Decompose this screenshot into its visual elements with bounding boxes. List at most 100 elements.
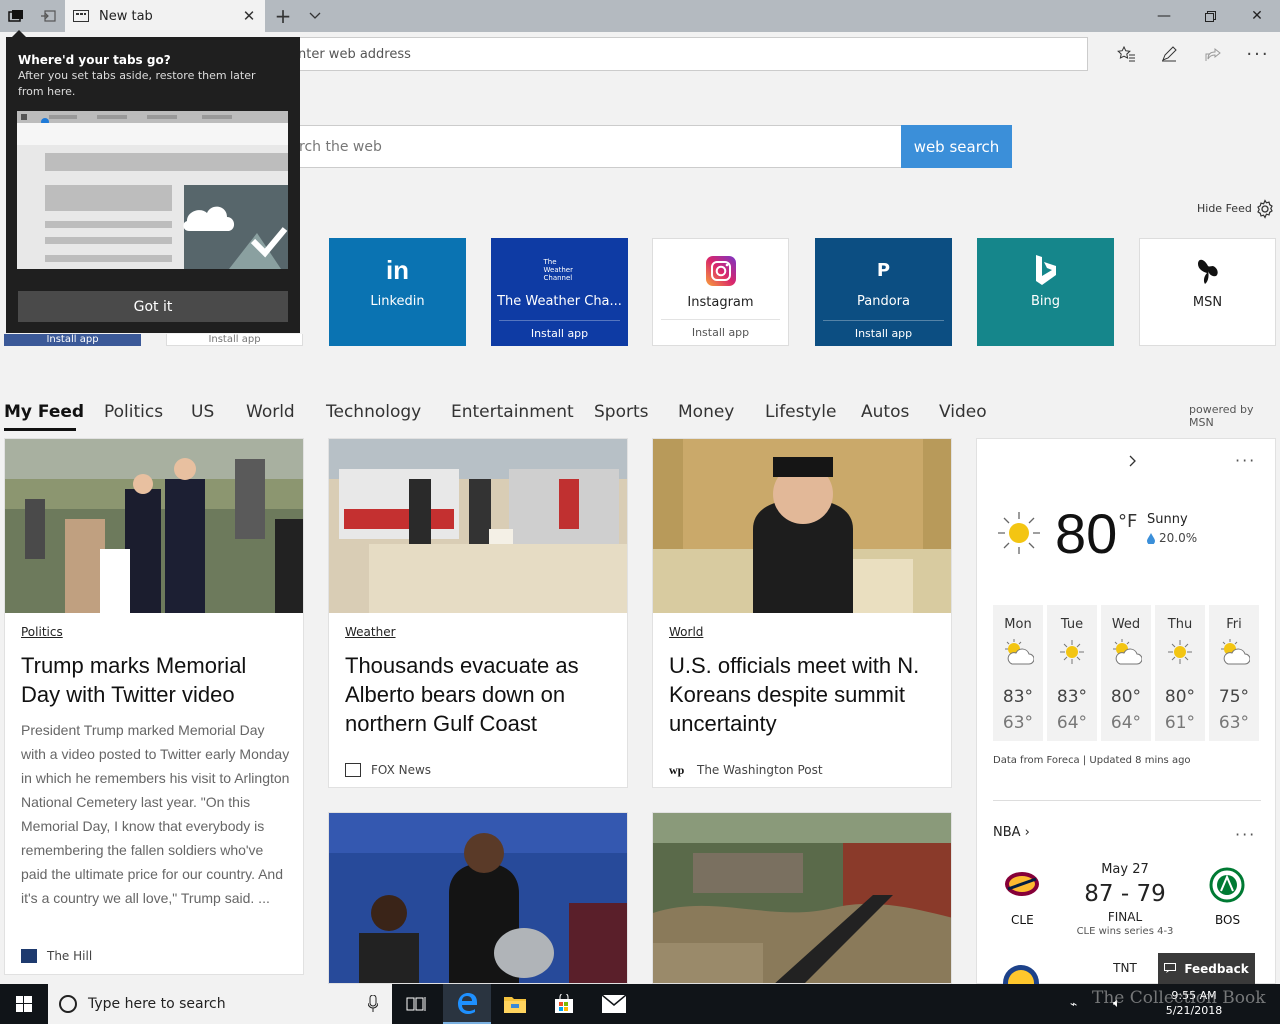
title-bar: New tab ✕ + — ✕ xyxy=(0,0,1280,32)
article-image[interactable] xyxy=(329,439,627,613)
forecast-day[interactable]: Fri 75° 63° xyxy=(1209,605,1259,741)
nav-world[interactable]: World xyxy=(246,402,295,422)
edge-icon[interactable] xyxy=(443,984,491,1024)
tile-linkedin[interactable]: in Linkedin xyxy=(329,238,466,346)
article-card-3[interactable]: World U.S. officials meet with N. Korean… xyxy=(652,438,952,788)
tab-new-tab[interactable]: New tab ✕ xyxy=(65,0,265,32)
tile-name: The Weather Cha... xyxy=(497,294,622,309)
article-source[interactable]: FOX News xyxy=(345,763,431,777)
favorites-star-icon[interactable] xyxy=(1106,38,1146,70)
install-app-button[interactable]: Install app xyxy=(823,320,944,346)
hidden-tile-2-install: Install app xyxy=(208,334,261,345)
close-window-icon[interactable]: ✕ xyxy=(1234,0,1280,32)
forecast-day[interactable]: Thu 80° 61° xyxy=(1155,605,1205,741)
temperature-unit[interactable]: °F xyxy=(1118,511,1137,532)
away-team: BOS xyxy=(1215,913,1241,927)
nav-politics[interactable]: Politics xyxy=(104,402,163,422)
article-card-2[interactable]: Weather Thousands evacuate as Alberto be… xyxy=(328,438,628,788)
web-search-button[interactable]: web search xyxy=(901,125,1012,168)
task-view-icon[interactable] xyxy=(392,984,440,1024)
gear-icon[interactable] xyxy=(1255,199,1275,223)
tile-msn[interactable]: MSN xyxy=(1139,238,1276,346)
article-headline[interactable]: Trump marks Memorial Day with Twitter vi… xyxy=(21,651,289,709)
article-card-5[interactable] xyxy=(652,812,952,984)
chevron-right-icon[interactable] xyxy=(1129,452,1137,471)
set-tabs-aside-icon[interactable] xyxy=(32,0,64,32)
article-card-4[interactable] xyxy=(328,812,628,984)
windows-start-icon[interactable] xyxy=(0,984,48,1024)
weather-footer[interactable]: Data from Foreca | Updated 8 mins ago xyxy=(993,755,1191,766)
article-image[interactable] xyxy=(5,439,303,613)
nav-us[interactable]: US xyxy=(191,402,214,422)
tab-preview-chevron-icon[interactable] xyxy=(300,0,330,32)
popup-body: After you set tabs aside, restore them l… xyxy=(18,69,256,98)
article-image[interactable] xyxy=(653,813,952,984)
nba-label[interactable]: NBA › xyxy=(993,825,1030,840)
restore-icon[interactable] xyxy=(1187,0,1233,32)
nav-active-indicator xyxy=(4,428,76,431)
nav-money[interactable]: Money xyxy=(678,402,734,422)
web-search-input[interactable]: rch the web xyxy=(268,125,902,168)
divider xyxy=(993,800,1261,801)
nav-sports[interactable]: Sports xyxy=(594,402,649,422)
tile-pandora[interactable]: P Pandora Install app xyxy=(815,238,952,346)
close-tab-icon[interactable]: ✕ xyxy=(239,6,259,26)
install-app-button[interactable]: Install app xyxy=(499,320,620,346)
article-source[interactable]: The Hill xyxy=(21,949,92,963)
tile-weather-channel[interactable]: The Weather Channel The Weather Cha... I… xyxy=(491,238,628,346)
forecast-day-name: Mon xyxy=(1004,617,1032,632)
article-category[interactable]: Weather xyxy=(345,625,396,639)
forecast-day[interactable]: Tue 83° 64° xyxy=(1047,605,1097,741)
file-explorer-icon[interactable] xyxy=(491,984,539,1024)
install-app-button[interactable]: Install app xyxy=(661,319,780,345)
hidden-tile-1[interactable]: Install app xyxy=(4,334,141,346)
tabs-aside-icon[interactable] xyxy=(0,0,32,32)
sun-icon xyxy=(1155,638,1205,670)
forecast-day-name: Thu xyxy=(1167,617,1193,632)
got-it-button[interactable]: Got it xyxy=(18,291,288,322)
pandora-icon: P xyxy=(876,259,891,281)
store-icon[interactable] xyxy=(540,984,588,1024)
forecast-day[interactable]: Mon 83° 63° xyxy=(993,605,1043,741)
tile-instagram[interactable]: Instagram Install app xyxy=(652,238,789,346)
article-source[interactable]: wp The Washington Post xyxy=(669,763,823,777)
popup-title: Where'd your tabs go? xyxy=(18,53,171,67)
article-headline[interactable]: Thousands evacuate as Alberto bears down… xyxy=(345,651,613,738)
nav-lifestyle[interactable]: Lifestyle xyxy=(765,402,836,422)
article-category[interactable]: World xyxy=(669,625,703,639)
share-icon[interactable] xyxy=(1193,38,1233,70)
weather-more-icon[interactable]: ··· xyxy=(1235,451,1256,470)
new-tab-plus-icon[interactable]: + xyxy=(266,0,300,32)
msn-butterfly-icon xyxy=(1140,255,1275,287)
hidden-tile-2[interactable]: Install app xyxy=(166,334,303,346)
pen-icon[interactable] xyxy=(1149,38,1189,70)
article-card-1[interactable]: Politics Trump marks Memorial Day with T… xyxy=(4,438,304,975)
nba-more-icon[interactable]: ··· xyxy=(1235,825,1256,844)
washington-post-icon: wp xyxy=(669,763,685,777)
forecast-high: 83° xyxy=(1002,687,1034,707)
article-category[interactable]: Politics xyxy=(21,625,63,639)
tile-bing[interactable]: Bing xyxy=(977,238,1114,346)
article-image[interactable] xyxy=(653,439,951,613)
nav-entertainment[interactable]: Entertainment xyxy=(451,402,574,422)
source-name: FOX News xyxy=(371,763,432,777)
nav-my-feed[interactable]: My Feed xyxy=(4,402,84,422)
forecast-day[interactable]: Wed 80° 64° xyxy=(1101,605,1151,741)
microphone-icon[interactable] xyxy=(367,994,379,1017)
taskbar-search-input[interactable]: Type here to search xyxy=(48,984,392,1024)
nav-video[interactable]: Video xyxy=(939,402,987,422)
hide-feed-link[interactable]: Hide Feed xyxy=(1197,202,1252,215)
article-headline[interactable]: U.S. officials meet with N. Koreans desp… xyxy=(669,651,937,738)
nav-autos[interactable]: Autos xyxy=(861,402,909,422)
minimize-icon[interactable]: — xyxy=(1141,0,1187,32)
mail-icon[interactable] xyxy=(590,984,638,1024)
tile-name: Instagram xyxy=(687,295,754,310)
feedback-button[interactable]: Feedback xyxy=(1158,953,1255,984)
network-icon[interactable]: ⌁ xyxy=(1070,997,1077,1011)
more-icon[interactable]: ··· xyxy=(1238,38,1278,70)
article-image[interactable] xyxy=(329,813,628,984)
address-bar[interactable]: nter web address xyxy=(193,37,1088,71)
source-name: The Hill xyxy=(47,949,93,963)
partly-cloudy-icon xyxy=(993,638,1043,670)
nav-technology[interactable]: Technology xyxy=(326,402,421,422)
